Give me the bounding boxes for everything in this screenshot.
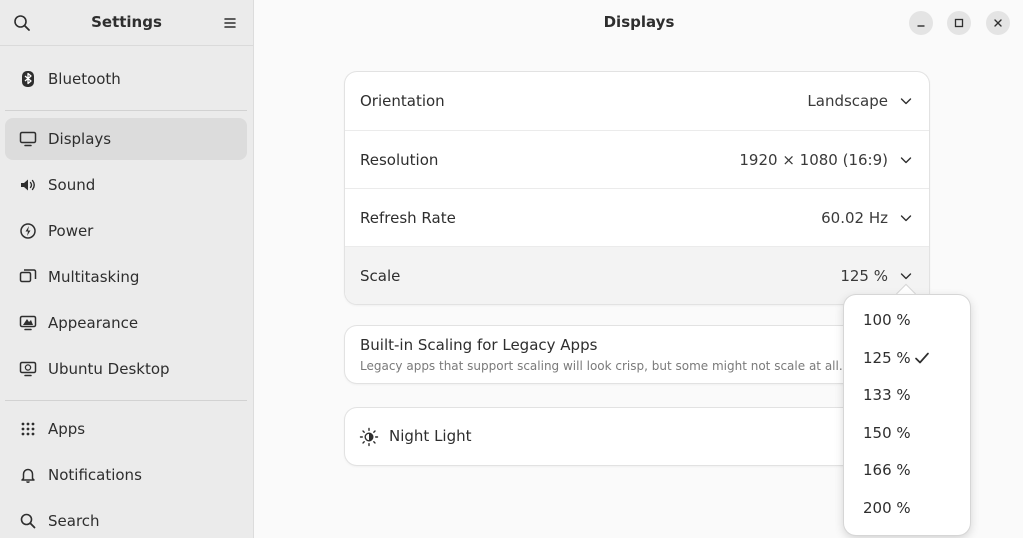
- orientation-row[interactable]: Orientation Landscape: [345, 72, 929, 130]
- sidebar-item-sound[interactable]: Sound: [5, 164, 247, 206]
- scale-option-100[interactable]: 100 %: [848, 303, 966, 337]
- appearance-icon: [18, 313, 38, 333]
- legacy-scaling-row[interactable]: Built-in Scaling for Legacy Apps Legacy …: [345, 326, 929, 383]
- sidebar-item-multitasking[interactable]: Multitasking: [5, 256, 247, 298]
- sidebar-item-label: Power: [48, 222, 94, 240]
- legacy-scaling-title: Built-in Scaling for Legacy Apps: [360, 336, 598, 354]
- hamburger-menu-icon[interactable]: [220, 13, 240, 33]
- sidebar-item-label: Apps: [48, 420, 86, 438]
- scale-row[interactable]: Scale 125 %: [345, 246, 929, 304]
- minimize-icon: [917, 25, 925, 27]
- sidebar: Settings Bluetooth Displays Sound Power: [0, 0, 254, 538]
- resolution-row[interactable]: Resolution 1920 × 1080 (16:9): [345, 130, 929, 188]
- display-icon: [18, 129, 38, 149]
- bell-icon: [18, 465, 38, 485]
- sidebar-item-ubuntu-desktop[interactable]: Ubuntu Desktop: [5, 348, 247, 390]
- option-label: 166 %: [863, 461, 911, 479]
- chevron-down-icon: [900, 157, 912, 164]
- sidebar-divider: [5, 400, 247, 401]
- sidebar-item-label: Appearance: [48, 314, 139, 332]
- power-icon: [18, 221, 38, 241]
- sidebar-item-appearance[interactable]: Appearance: [5, 302, 247, 344]
- option-label: 100 %: [863, 311, 911, 329]
- row-value: 1920 × 1080 (16:9): [739, 150, 888, 169]
- minimize-button[interactable]: [909, 11, 933, 35]
- scale-option-150[interactable]: 150 %: [848, 416, 966, 450]
- sidebar-header: Settings: [0, 0, 253, 46]
- multitasking-icon: [18, 267, 38, 287]
- sidebar-item-label: Bluetooth: [48, 70, 121, 88]
- sidebar-item-label: Notifications: [48, 466, 142, 484]
- maximize-button[interactable]: [947, 11, 971, 35]
- night-light-icon: [359, 427, 379, 447]
- sidebar-item-power[interactable]: Power: [5, 210, 247, 252]
- ubuntu-desktop-icon: [18, 359, 38, 379]
- scale-option-133[interactable]: 133 %: [848, 378, 966, 412]
- row-label: Orientation: [360, 92, 445, 110]
- night-light-label: Night Light: [389, 427, 472, 445]
- sidebar-item-label: Search: [48, 512, 100, 530]
- row-label: Resolution: [360, 150, 439, 169]
- chevron-down-icon: [900, 98, 912, 105]
- sidebar-item-bluetooth[interactable]: Bluetooth: [5, 58, 247, 100]
- row-value: Landscape: [807, 92, 888, 110]
- close-icon: [994, 19, 1002, 27]
- row-value: 125 %: [840, 266, 888, 285]
- sidebar-item-label: Displays: [48, 130, 112, 148]
- option-label: 150 %: [863, 424, 911, 442]
- scale-option-125[interactable]: 125 %: [848, 341, 966, 375]
- scale-popover: 100 % 125 % 133 % 150 % 166 % 200 %: [844, 295, 970, 535]
- option-label: 125 %: [863, 349, 911, 367]
- sidebar-item-notifications[interactable]: Notifications: [5, 454, 247, 496]
- search-icon: [18, 511, 38, 531]
- speaker-icon: [18, 175, 38, 195]
- sidebar-item-displays[interactable]: Displays: [5, 118, 247, 160]
- option-label: 200 %: [863, 499, 911, 517]
- sidebar-item-label: Sound: [48, 176, 96, 194]
- display-settings-card: Orientation Landscape Resolution 1920 × …: [345, 72, 929, 304]
- sidebar-item-label: Ubuntu Desktop: [48, 360, 170, 378]
- page-title: Displays: [603, 13, 675, 31]
- row-label: Scale: [360, 266, 401, 285]
- chevron-down-icon: [900, 215, 912, 222]
- sidebar-item-apps[interactable]: Apps: [5, 408, 247, 450]
- checkmark-icon: [915, 352, 929, 364]
- bluetooth-icon: [18, 69, 38, 89]
- maximize-icon: [954, 18, 964, 28]
- chevron-down-icon: [900, 273, 912, 280]
- legacy-scaling-subtitle: Legacy apps that support scaling will lo…: [360, 359, 843, 373]
- night-light-row[interactable]: Night Light: [345, 408, 929, 465]
- row-value: 60.02 Hz: [821, 208, 888, 227]
- sidebar-item-search[interactable]: Search: [5, 500, 247, 538]
- apps-grid-icon: [18, 419, 38, 439]
- sidebar-divider: [5, 110, 247, 111]
- scale-option-200[interactable]: 200 %: [848, 491, 966, 525]
- scale-option-166[interactable]: 166 %: [848, 453, 966, 487]
- option-label: 133 %: [863, 386, 911, 404]
- refresh-rate-row[interactable]: Refresh Rate 60.02 Hz: [345, 188, 929, 246]
- row-label: Refresh Rate: [360, 208, 456, 227]
- sidebar-title: Settings: [91, 13, 162, 31]
- close-button[interactable]: [986, 11, 1010, 35]
- sidebar-item-label: Multitasking: [48, 268, 140, 286]
